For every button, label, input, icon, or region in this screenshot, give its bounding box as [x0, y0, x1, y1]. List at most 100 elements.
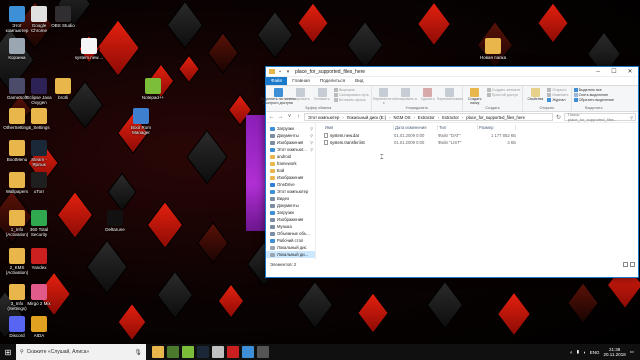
chrome-icon[interactable]	[212, 346, 224, 358]
breadcrumb-separator-icon[interactable]: ›	[389, 115, 390, 120]
nav-item[interactable]: Изображения	[266, 174, 315, 181]
breadcrumb-segment[interactable]: NGM OS	[394, 115, 411, 120]
column-header-type[interactable]: Тип	[438, 125, 478, 130]
nav-item[interactable]: Объемные объ...	[266, 230, 315, 237]
pin-quick-access-button[interactable]: Закрепить на панели быстрого доступа	[260, 87, 296, 106]
app-icon[interactable]	[257, 346, 269, 358]
nav-item[interactable]: Этот компьют...	[266, 146, 315, 153]
nav-item[interactable]: Локальный дис	[266, 244, 315, 251]
select-none-button[interactable]: Снять выделение	[573, 93, 615, 97]
desktop-icon[interactable]: Boot Rom Manager	[124, 108, 158, 135]
breadcrumb[interactable]: Этот компьютер › Локальный диск (E:) › NGM O…	[304, 113, 553, 121]
breadcrumb-separator-icon[interactable]: ›	[342, 115, 343, 120]
tab-file[interactable]: Файл	[266, 77, 288, 85]
properties-icon[interactable]: ▪	[277, 69, 283, 75]
nav-item[interactable]: Документы	[266, 202, 315, 209]
desktop-icon[interactable]: Deltarune	[98, 210, 132, 232]
microphone-icon[interactable]: 🎙	[134, 349, 142, 356]
desktop-icon[interactable]: AIDA	[22, 316, 56, 338]
up-arrow-icon[interactable]: ↑	[295, 114, 302, 120]
large-icons-view-icon[interactable]	[630, 261, 635, 267]
desktop-icon[interactable]: brotli	[46, 78, 80, 100]
volume-icon[interactable]: ◖	[583, 350, 586, 355]
network-icon[interactable]: ▮	[577, 349, 579, 355]
nav-item[interactable]: Загрузки	[266, 125, 315, 132]
paste-button[interactable]: Вставить	[312, 87, 332, 106]
start-button[interactable]: ⊞	[0, 344, 16, 360]
nav-item[interactable]: Этот компьютер	[266, 188, 315, 195]
nav-item[interactable]: Бэй	[266, 167, 315, 174]
table-row[interactable]: system.transfer.list 01.01.2009 0:00 Файл …	[316, 139, 638, 146]
nav-item[interactable]: Локальный ди...	[266, 251, 315, 258]
nav-item[interactable]: framework	[266, 160, 315, 167]
tab-view[interactable]: Вид	[350, 77, 368, 85]
file-explorer-window[interactable]: ▪ ▾ place_for_supported_files_here – ☐ ✕…	[260, 66, 639, 278]
minecraft-icon[interactable]	[167, 346, 179, 358]
edit-button[interactable]: Изменить	[547, 93, 569, 97]
table-row[interactable]: system.new.dat 01.01.2009 0:00 Файл "DAT" 1…	[316, 132, 638, 139]
nav-item[interactable]: android	[266, 153, 315, 160]
nav-item[interactable]: Загрузки	[266, 209, 315, 216]
nav-item[interactable]: Документы	[266, 132, 315, 139]
nav-item[interactable]: Рабочий стол	[266, 237, 315, 244]
notifications-icon[interactable]: ▭	[630, 349, 634, 355]
yandex-icon[interactable]	[227, 346, 239, 358]
move-to-button[interactable]: Переместить в	[373, 87, 395, 106]
paste-shortcut-button[interactable]: Вставить ярлык	[334, 98, 369, 102]
desktop-icon[interactable]: Yandex	[22, 248, 56, 270]
nav-item[interactable]: Изображения	[266, 139, 315, 146]
breadcrumb-segment[interactable]: Extractor	[418, 115, 435, 120]
minimize-button[interactable]: –	[590, 67, 606, 77]
language-indicator[interactable]: ENG	[590, 350, 600, 355]
desktop-icon[interactable]: system.new....	[72, 38, 106, 60]
easy-access-button[interactable]: Простой доступ	[486, 93, 521, 97]
invert-selection-button[interactable]: Обратить выделение	[573, 98, 614, 102]
column-header-name[interactable]: Имя	[324, 125, 394, 130]
recent-chevron-icon[interactable]: ˅	[286, 114, 293, 120]
refresh-icon[interactable]: ↻	[555, 114, 562, 121]
maximize-button[interactable]: ☐	[606, 67, 622, 77]
desktop-icon[interactable]: Notepad++	[136, 78, 170, 100]
steam-icon[interactable]	[197, 346, 209, 358]
desktop-icon[interactable]: Mirgo 2 Mix	[22, 284, 56, 306]
breadcrumb-separator-icon[interactable]: ›	[414, 115, 415, 120]
breadcrumb-segment[interactable]: Локальный диск (E:)	[347, 115, 386, 120]
desktop-icon[interactable]: 4_Settings	[22, 108, 56, 130]
android-icon[interactable]	[182, 346, 194, 358]
desktop-icon[interactable]: Steam - Ярлык	[22, 140, 56, 167]
cut-button[interactable]: Вырезать	[334, 88, 369, 92]
desktop-icon[interactable]: Корзина	[0, 38, 34, 60]
breadcrumb-segment[interactable]: place_for_supported_files_here	[466, 115, 525, 120]
clock[interactable]: 21:38 20.11.2018	[604, 347, 626, 357]
files-icon[interactable]	[242, 346, 254, 358]
desktop-icon[interactable]: Новая папка	[476, 38, 510, 60]
nav-item[interactable]: OneDrive	[266, 181, 315, 188]
desktop-icon[interactable]: uTorr	[22, 172, 56, 194]
properties-button[interactable]: Свойства	[525, 87, 545, 106]
breadcrumb-segment[interactable]: Этот компьютер	[308, 115, 339, 120]
nav-item[interactable]: Музыка	[266, 223, 315, 230]
forward-arrow-icon[interactable]: →	[277, 114, 284, 120]
breadcrumb-separator-icon[interactable]: ›	[438, 115, 439, 120]
column-header-date[interactable]: Дата изменения	[394, 125, 438, 130]
nav-item[interactable]: Изображения	[266, 216, 315, 223]
back-arrow-icon[interactable]: ←	[268, 114, 275, 120]
copy-path-button[interactable]: Скопировать путь	[334, 93, 369, 97]
new-folder-button[interactable]: Создать папку	[465, 87, 485, 106]
desktop-icon[interactable]: OBS Studio	[46, 6, 80, 28]
taskbar-search[interactable]: ⚲ Скажите «Слушай, Алиса» 🎙	[16, 344, 146, 360]
rename-button[interactable]: Переименовать	[437, 87, 463, 106]
column-header-size[interactable]: Размер	[478, 125, 516, 130]
open-button[interactable]: Открыть	[547, 88, 568, 92]
copy-to-button[interactable]: Копировать в	[395, 87, 417, 106]
select-all-button[interactable]: Выделить все	[573, 88, 615, 92]
explorer-titlebar[interactable]: ▪ ▾ place_for_supported_files_here – ☐ ✕	[266, 67, 638, 77]
desktop-icon[interactable]: 360 Total Security	[22, 210, 56, 237]
breadcrumb-segment[interactable]: Extractor	[442, 115, 459, 120]
explorer-icon[interactable]	[152, 346, 164, 358]
close-button[interactable]: ✕	[622, 67, 638, 77]
search-input[interactable]: Поиск: place_for_supported_files... ⚲	[564, 112, 636, 122]
tab-share[interactable]: Поделиться	[315, 77, 350, 85]
history-button[interactable]: Журнал	[547, 98, 568, 102]
delete-button[interactable]: Удалить	[418, 87, 438, 106]
